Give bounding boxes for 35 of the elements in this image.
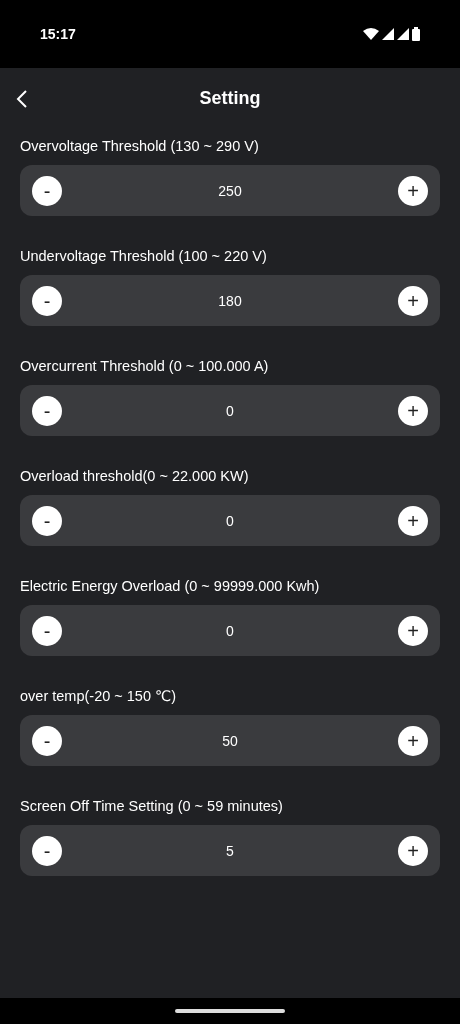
increment-button[interactable]: + xyxy=(398,175,428,206)
decrement-button[interactable]: - xyxy=(32,395,62,426)
increment-button[interactable]: + xyxy=(398,395,428,426)
chevron-left-icon xyxy=(16,89,28,109)
setting-label: Overcurrent Threshold (0 ~ 100.000 A) xyxy=(20,357,270,376)
increment-button[interactable]: + xyxy=(398,725,428,756)
signal-icon xyxy=(397,28,409,40)
decrement-button[interactable]: - xyxy=(32,505,62,536)
status-time: 15:17 xyxy=(40,26,76,42)
setting-label: Screen Off Time Setting (0 ~ 59 minutes) xyxy=(20,797,284,816)
setting-label: over temp(-20 ~ 150 ℃) xyxy=(20,687,178,706)
decrement-button[interactable]: - xyxy=(32,835,62,866)
setting-label: Electric Energy Overload (0 ~ 99999.000 Kwh) xyxy=(20,577,321,596)
decrement-button[interactable]: - xyxy=(32,725,62,756)
decrement-button[interactable]: - xyxy=(32,615,62,646)
increment-button[interactable]: + xyxy=(398,835,428,866)
stepper-value: 250 xyxy=(218,182,242,199)
decrement-button[interactable]: - xyxy=(32,175,62,206)
signal-icon xyxy=(382,28,394,40)
stepper-value: 5 xyxy=(226,842,234,859)
setting-label: Overload threshold(0 ~ 22.000 KW) xyxy=(20,467,250,486)
battery-icon xyxy=(412,27,420,41)
page-title: Setting xyxy=(199,87,261,109)
stepper-value: 180 xyxy=(218,292,242,309)
stepper-value: 0 xyxy=(226,622,234,639)
increment-button[interactable]: + xyxy=(398,615,428,646)
stepper-value: 0 xyxy=(226,402,234,419)
setting-label: Overvoltage Threshold (130 ~ 290 V) xyxy=(20,137,260,156)
increment-button[interactable]: + xyxy=(398,505,428,536)
setting-label: Undervoltage Threshold (100 ~ 220 V) xyxy=(20,247,268,266)
wifi-icon xyxy=(363,28,379,40)
stepper-value: 0 xyxy=(226,512,234,529)
increment-button[interactable]: + xyxy=(398,285,428,316)
stepper-value: 50 xyxy=(222,732,238,749)
decrement-button[interactable]: - xyxy=(32,285,62,316)
